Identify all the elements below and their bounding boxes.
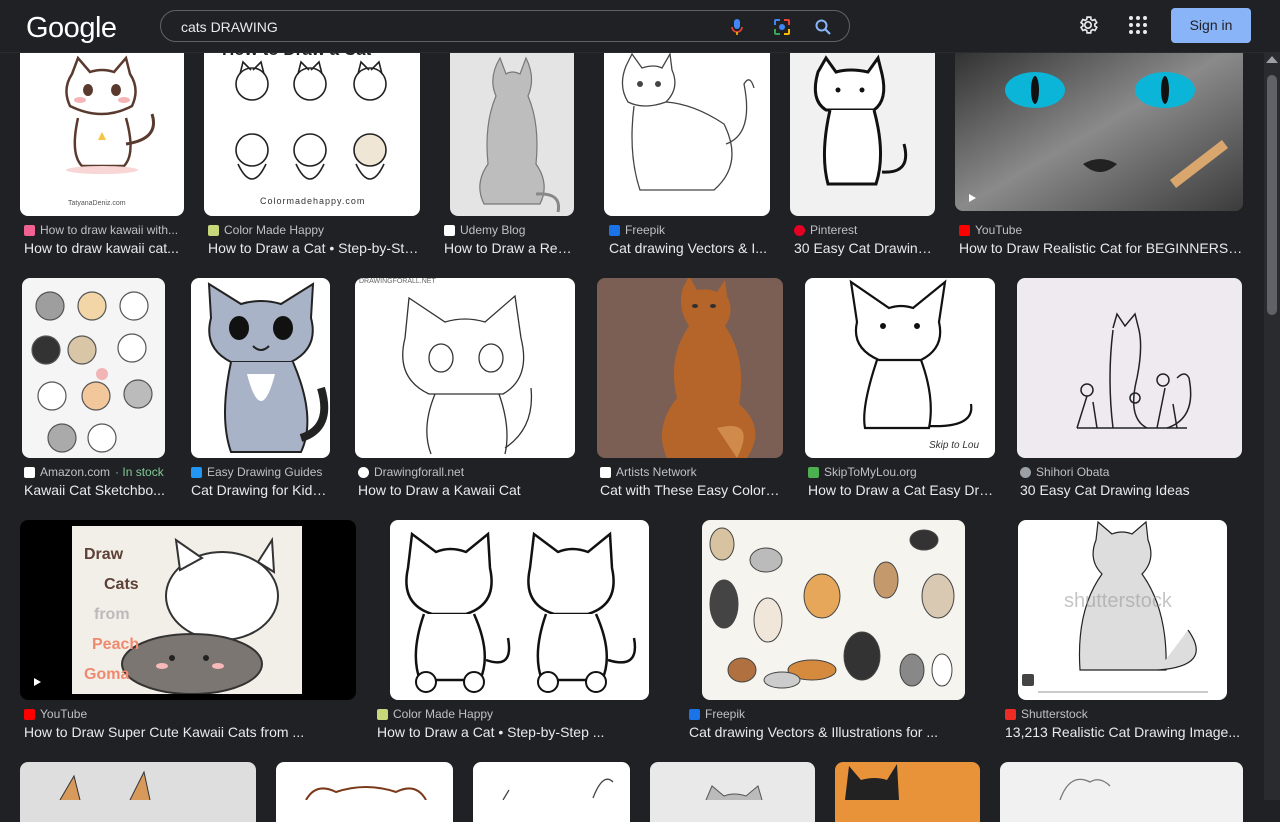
thumb-watermark: DRAWINGFORALL.NET <box>359 278 436 285</box>
result-image-10[interactable] <box>597 278 783 458</box>
site-favicon <box>24 466 35 478</box>
result-source[interactable]: Pinterest <box>794 223 857 237</box>
thumb-text-line: from <box>94 606 130 623</box>
result-image-20[interactable] <box>650 762 815 822</box>
microphone-icon[interactable] <box>728 18 746 36</box>
site-favicon <box>377 708 388 720</box>
result-title[interactable]: How to Draw a Cat Easy Dra... <box>808 482 995 498</box>
scroll-up-arrow-icon[interactable] <box>1266 56 1278 63</box>
site-favicon <box>358 466 369 478</box>
result-image-19[interactable] <box>473 762 630 822</box>
top-bar: Google cats DRAWING Sign in <box>0 0 1280 53</box>
search-box[interactable]: cats DRAWING <box>160 10 850 42</box>
result-image-2[interactable]: How to Draw a Cat Colormadehappy.com <box>204 44 420 216</box>
site-favicon <box>794 224 805 236</box>
site-favicon <box>808 466 819 478</box>
site-favicon <box>444 224 455 236</box>
result-image-7[interactable] <box>22 278 165 458</box>
thumb-url: Colormadehappy.com <box>260 196 366 206</box>
result-image-11[interactable]: Skip to Lou <box>805 278 995 458</box>
result-image-13[interactable]: Draw Cats from Peach Goma <box>20 520 356 700</box>
result-title[interactable]: 30 Easy Cat Drawing... <box>794 240 935 256</box>
site-favicon <box>24 708 35 720</box>
result-title[interactable]: 13,213 Realistic Cat Drawing Image... <box>1005 724 1243 740</box>
result-image-12[interactable] <box>1017 278 1242 458</box>
thumb-watermark: Skip to Lou <box>929 440 980 451</box>
thumb-text-line: Goma <box>84 666 130 683</box>
result-source[interactable]: Drawingforall.net <box>358 465 464 479</box>
site-favicon <box>1005 708 1016 720</box>
result-image-16[interactable]: shutterstock <box>1018 520 1227 700</box>
site-favicon <box>208 224 219 236</box>
result-title[interactable]: How to Draw a Kawaii Cat <box>358 482 575 498</box>
result-image-5[interactable] <box>790 44 935 216</box>
result-image-8[interactable] <box>191 278 330 458</box>
result-source[interactable]: Freepik <box>689 707 745 721</box>
thumb-watermark: shutterstock <box>1064 590 1172 612</box>
result-source[interactable]: Color Made Happy <box>377 707 493 721</box>
result-title[interactable]: How to Draw Realistic Cat for BEGINNERS … <box>959 240 1243 256</box>
thumb-text-line: Draw <box>84 546 124 563</box>
result-title[interactable]: How to Draw a Cat • Step-by-Ste... <box>208 240 420 256</box>
result-source[interactable]: Amazon.com · In stock <box>24 465 164 479</box>
site-favicon <box>1020 466 1031 478</box>
result-image-14[interactable] <box>390 520 649 700</box>
site-favicon <box>609 224 620 236</box>
result-image-22[interactable] <box>1000 762 1243 822</box>
result-source[interactable]: Easy Drawing Guides <box>191 465 322 479</box>
site-favicon <box>191 466 202 478</box>
result-image-3[interactable] <box>450 44 574 216</box>
result-source[interactable]: How to draw kawaii with... <box>24 223 178 237</box>
video-play-icon <box>34 678 41 686</box>
video-play-icon <box>969 194 976 202</box>
result-source[interactable]: SkipToMyLou.org <box>808 465 917 479</box>
result-title[interactable]: Cat drawing Vectors & I... <box>609 240 770 256</box>
result-image-17[interactable] <box>20 762 256 822</box>
result-source[interactable]: Artists Network <box>600 465 697 479</box>
thumb-text-line: Cats <box>104 576 139 593</box>
scrollbar-thumb[interactable] <box>1267 75 1277 315</box>
result-title[interactable]: How to Draw a Reali... <box>444 240 578 256</box>
sign-in-button[interactable]: Sign in <box>1171 8 1251 43</box>
result-title[interactable]: How to Draw Super Cute Kawaii Cats from … <box>24 724 356 740</box>
search-input[interactable]: cats DRAWING <box>181 19 278 35</box>
result-image-15[interactable] <box>702 520 965 700</box>
result-source[interactable]: Freepik <box>609 223 665 237</box>
result-title[interactable]: Cat Drawing for Kids... <box>191 482 330 498</box>
site-favicon <box>959 224 970 236</box>
search-icon[interactable] <box>814 18 832 36</box>
result-title[interactable]: How to Draw a Cat • Step-by-Step ... <box>377 724 657 740</box>
result-image-21[interactable] <box>835 762 980 822</box>
result-title[interactable]: How to draw kawaii cat... <box>24 240 184 256</box>
site-favicon <box>24 224 35 236</box>
apps-grid-icon[interactable] <box>1128 15 1148 35</box>
thumb-text-line: Peach <box>92 636 140 653</box>
site-favicon <box>689 708 700 720</box>
result-image-18[interactable] <box>276 762 453 822</box>
lens-camera-icon[interactable] <box>773 18 791 36</box>
result-title[interactable]: Cat drawing Vectors & Illustrations for … <box>689 724 979 740</box>
result-image-6[interactable] <box>955 44 1243 211</box>
thumb-watermark: TatyanaDeniz.com <box>68 200 126 207</box>
result-source[interactable]: Udemy Blog <box>444 223 525 237</box>
result-source[interactable]: Shutterstock <box>1005 707 1088 721</box>
result-source[interactable]: YouTube <box>24 707 87 721</box>
result-title[interactable]: 30 Easy Cat Drawing Ideas <box>1020 482 1242 498</box>
result-image-4[interactable] <box>604 44 770 216</box>
settings-gear-icon[interactable] <box>1077 14 1099 36</box>
result-source[interactable]: Shihori Obata <box>1020 465 1109 479</box>
result-source[interactable]: YouTube <box>959 223 1022 237</box>
google-logo[interactable]: Google <box>26 12 117 45</box>
result-source[interactable]: Color Made Happy <box>208 223 324 237</box>
site-favicon <box>600 466 611 478</box>
result-image-1[interactable]: TatyanaDeniz.com <box>20 44 184 216</box>
result-image-9[interactable]: DRAWINGFORALL.NET <box>355 278 575 458</box>
result-title[interactable]: Cat with These Easy Colore... <box>600 482 783 498</box>
result-title[interactable]: Kawaii Cat Sketchbo... <box>24 482 165 498</box>
image-icon <box>1022 674 1034 686</box>
